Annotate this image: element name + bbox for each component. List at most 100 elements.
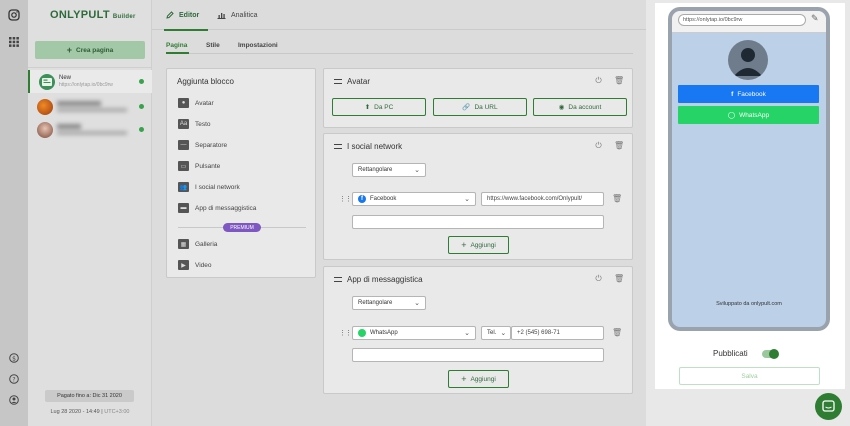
block-gallery[interactable]: ▦ Galleria xyxy=(178,239,217,249)
preview-url[interactable]: https://onlytap.io/0bc9rw xyxy=(678,14,806,26)
avatar-icon: ● xyxy=(178,98,189,108)
create-page-button[interactable]: + Crea pagina xyxy=(35,41,145,59)
logo: ONLYPULT Builder xyxy=(50,9,136,21)
block-text[interactable]: Aa Testo xyxy=(178,119,211,129)
whatsapp-icon: ◯ xyxy=(727,112,736,119)
subtab-style[interactable]: Stile xyxy=(206,42,220,49)
premium-divider: PREMIUM xyxy=(178,222,306,234)
svg-text:$: $ xyxy=(12,355,16,362)
app-rail: $ ? xyxy=(0,0,28,426)
style-select[interactable]: Rettangolare ⌄ xyxy=(352,296,426,310)
trash-icon[interactable]: 🗑 xyxy=(612,328,622,337)
chevron-down-icon: ⌄ xyxy=(464,196,470,203)
social-text-input[interactable] xyxy=(352,215,604,229)
active-subtab-indicator xyxy=(166,52,189,54)
top-tabs: Editor Analitica xyxy=(152,0,646,31)
panel-title: Aggiunta blocco xyxy=(177,77,234,86)
page-list-item[interactable] xyxy=(28,95,152,118)
status-dot xyxy=(139,127,144,132)
svg-text:?: ? xyxy=(12,376,15,383)
avatar-block-card: Avatar ⏻ 🗑 ⬆ Da PC 🔗 Da URL ◉ Da account xyxy=(323,68,633,128)
messenger-block-card: App di messaggistica ⏻ 🗑 Rettangolare ⌄ ⋮… xyxy=(323,266,633,394)
block-video[interactable]: ▶ Video xyxy=(178,260,212,270)
facebook-icon: f xyxy=(731,90,734,98)
trash-icon[interactable]: 🗑 xyxy=(614,141,624,150)
account-icon[interactable] xyxy=(7,393,20,406)
drag-handle-icon[interactable] xyxy=(334,277,342,282)
editor-area: Editor Analitica Pagina Stile Impostazio… xyxy=(152,0,646,426)
messenger-text-input[interactable] xyxy=(352,348,604,362)
publish-label: Pubblicati xyxy=(713,349,748,358)
block-social[interactable]: 👥 I social network xyxy=(178,182,240,192)
pages-sidebar: ONLYPULT Builder + Crea pagina New https:… xyxy=(28,0,152,426)
upload-from-url-button[interactable]: 🔗 Da URL xyxy=(433,98,527,116)
profile-avatar xyxy=(728,40,768,80)
page-name: New xyxy=(59,75,72,81)
page-list-item[interactable]: New https://onlytap.io/0bc9rw xyxy=(28,70,152,93)
phone-input[interactable]: +2 (545) 698-71 xyxy=(511,326,604,340)
status-dot xyxy=(139,79,144,84)
powered-by-text: Sviluppato da onlypult.com xyxy=(716,301,782,307)
upload-from-pc-button[interactable]: ⬆ Da PC xyxy=(332,98,426,116)
upload-from-account-button[interactable]: ◉ Da account xyxy=(533,98,627,116)
text-icon: Aa xyxy=(178,119,189,129)
people-icon: 👥 xyxy=(178,182,189,192)
messenger-select[interactable]: WhatsApp ⌄ xyxy=(352,326,476,340)
instagram-icon[interactable] xyxy=(7,8,20,21)
premium-badge: PREMIUM xyxy=(223,223,261,232)
preview-whatsapp-button[interactable]: ◯ WhatsApp xyxy=(678,106,819,124)
drag-handle-icon[interactable] xyxy=(334,79,342,84)
social-block-card: I social network ⏻ 🗑 Rettangolare ⌄ ⋮⋮ f … xyxy=(323,133,633,260)
chevron-down-icon: ⌄ xyxy=(414,167,420,174)
network-select[interactable]: f Facebook ⌄ xyxy=(352,192,476,206)
add-messenger-button[interactable]: + Aggiungi xyxy=(448,370,509,388)
link-icon: 🔗 xyxy=(462,104,471,111)
preview-url-bar: https://onlytap.io/0bc9rw ✎ xyxy=(672,11,826,33)
publish-row: Pubblicati xyxy=(713,348,779,359)
subtab-page[interactable]: Pagina xyxy=(166,42,187,49)
whatsapp-icon xyxy=(358,329,366,337)
power-icon[interactable]: ⏻ xyxy=(594,141,603,150)
block-avatar[interactable]: ● Avatar xyxy=(178,98,214,108)
video-icon: ▶ xyxy=(178,260,189,270)
preview-facebook-button[interactable]: f Facebook xyxy=(678,85,819,103)
dollar-icon[interactable]: $ xyxy=(7,351,20,364)
grip-icon[interactable]: ⋮⋮ xyxy=(339,329,352,337)
grid-icon[interactable] xyxy=(7,35,20,48)
page-avatar xyxy=(37,121,53,138)
block-messenger[interactable]: ▬ App di messaggistica xyxy=(178,203,256,213)
help-icon[interactable]: ? xyxy=(7,372,20,385)
add-social-button[interactable]: + Aggiungi xyxy=(448,236,509,254)
page-list-item[interactable] xyxy=(28,118,152,141)
power-icon[interactable]: ⏻ xyxy=(594,274,603,283)
tab-editor[interactable]: Editor xyxy=(166,11,199,19)
drag-handle-icon[interactable] xyxy=(334,144,342,149)
pencil-icon xyxy=(166,11,174,19)
publish-toggle[interactable] xyxy=(761,348,779,359)
phone-type-select[interactable]: Tel. ⌄ xyxy=(481,326,511,340)
chevron-down-icon: ⌄ xyxy=(414,300,420,307)
chat-widget-button[interactable] xyxy=(815,393,842,420)
chevron-down-icon: ⌄ xyxy=(464,330,470,337)
style-select[interactable]: Rettangolare ⌄ xyxy=(352,163,426,177)
pencil-icon[interactable]: ✎ xyxy=(811,13,819,24)
account-icon: ◉ xyxy=(558,104,565,111)
trash-icon[interactable]: 🗑 xyxy=(614,274,624,283)
save-button[interactable]: Salva xyxy=(679,367,820,385)
divider xyxy=(166,53,633,54)
trash-icon[interactable]: 🗑 xyxy=(614,76,624,85)
trash-icon[interactable]: 🗑 xyxy=(612,194,622,203)
datetime: Lug 28 2020 - 14:49 | UTC+3:00 xyxy=(50,409,130,415)
divider xyxy=(28,67,152,68)
social-url-input[interactable]: https://www.facebook.com/Onlypult/ xyxy=(481,192,604,206)
power-icon[interactable]: ⏻ xyxy=(594,76,603,85)
block-separator[interactable]: — Separatore xyxy=(178,140,227,150)
chevron-down-icon: ⌄ xyxy=(500,330,507,337)
plus-icon: + xyxy=(66,45,73,55)
grip-icon[interactable]: ⋮⋮ xyxy=(339,195,352,203)
preview-panel: https://onlytap.io/0bc9rw ✎ f Facebook ◯ W… xyxy=(655,3,845,389)
subtab-settings[interactable]: Impostazioni xyxy=(238,42,278,49)
block-button[interactable]: ▭ Pulsante xyxy=(178,161,220,171)
plus-icon: + xyxy=(461,374,467,384)
tab-analytics[interactable]: Analitica xyxy=(217,11,257,19)
